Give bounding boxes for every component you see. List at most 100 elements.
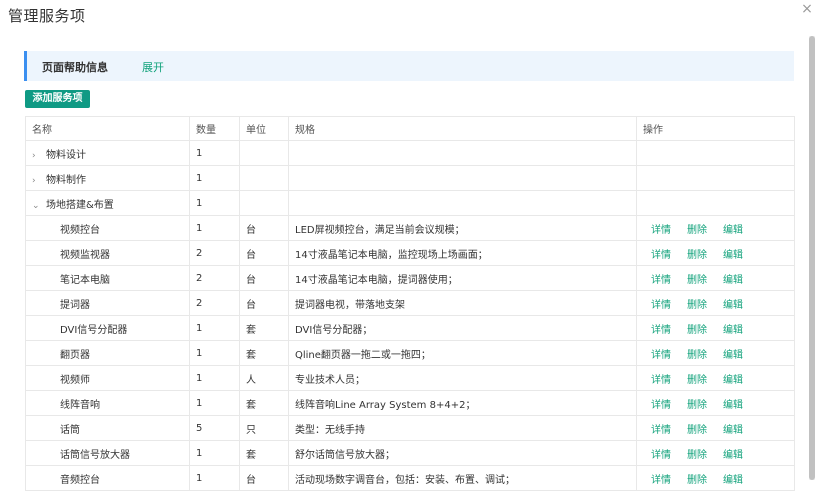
- group-spec: [288, 190, 637, 216]
- row-spec: 14寸液晶笔记本电脑，监控现场上场画面；: [288, 240, 637, 266]
- detail-link[interactable]: 详情: [651, 250, 671, 261]
- row-unit: 台: [239, 465, 289, 491]
- delete-link[interactable]: 删除: [687, 300, 707, 311]
- table-row: 提词器 2 台 提词器电视，带落地支架 详情 删除 编辑: [25, 290, 795, 316]
- header-name: 名称: [25, 116, 190, 141]
- chevron-down-icon[interactable]: ⌄: [32, 201, 46, 211]
- detail-link[interactable]: 详情: [651, 375, 671, 386]
- edit-link[interactable]: 编辑: [723, 225, 743, 236]
- row-qty: 2: [189, 265, 240, 291]
- group-name: 场地搭建&布置: [46, 199, 114, 211]
- row-unit: 只: [239, 415, 289, 441]
- edit-link[interactable]: 编辑: [723, 300, 743, 311]
- delete-link[interactable]: 删除: [687, 475, 707, 486]
- detail-link[interactable]: 详情: [651, 325, 671, 336]
- group-row[interactable]: › 物料设计 1: [25, 140, 795, 166]
- delete-link[interactable]: 删除: [687, 400, 707, 411]
- help-title: 页面帮助信息: [42, 61, 108, 74]
- group-row[interactable]: › 物料制作 1: [25, 165, 795, 191]
- row-qty: 2: [189, 290, 240, 316]
- row-actions: 详情 删除 编辑: [636, 215, 795, 241]
- table-row: 视频控台 1 台 LED屏视频控台，满足当前会议规模； 详情 删除 编辑: [25, 215, 795, 241]
- group-qty: 1: [189, 190, 240, 216]
- service-table: 名称 数量 单位 规格 操作 › 物料设计 1 › 物料制作 1 ⌄ 场地搭建&布置 …: [25, 116, 795, 491]
- detail-link[interactable]: 详情: [651, 225, 671, 236]
- table-row: 笔记本电脑 2 台 14寸液晶笔记本电脑，提词器使用； 详情 删除 编辑: [25, 265, 795, 291]
- group-row[interactable]: ⌄ 场地搭建&布置 1: [25, 190, 795, 216]
- edit-link[interactable]: 编辑: [723, 325, 743, 336]
- edit-link[interactable]: 编辑: [723, 450, 743, 461]
- row-name: 视频控台: [25, 215, 190, 241]
- detail-link[interactable]: 详情: [651, 450, 671, 461]
- chevron-right-icon[interactable]: ›: [32, 151, 46, 161]
- detail-link[interactable]: 详情: [651, 350, 671, 361]
- row-spec: Qline翻页器一拖二或一拖四；: [288, 340, 637, 366]
- delete-link[interactable]: 删除: [687, 450, 707, 461]
- row-spec: 类型：无线手持: [288, 415, 637, 441]
- edit-link[interactable]: 编辑: [723, 350, 743, 361]
- group-unit: [239, 190, 289, 216]
- scrollbar-thumb[interactable]: [809, 36, 815, 480]
- row-unit: 套: [239, 315, 289, 341]
- row-unit: 人: [239, 365, 289, 391]
- group-qty: 1: [189, 140, 240, 166]
- detail-link[interactable]: 详情: [651, 475, 671, 486]
- edit-link[interactable]: 编辑: [723, 375, 743, 386]
- table-row: DVI信号分配器 1 套 DVI信号分配器； 详情 删除 编辑: [25, 315, 795, 341]
- row-spec: LED屏视频控台，满足当前会议规模；: [288, 215, 637, 241]
- scrollbar[interactable]: [809, 36, 815, 480]
- table-row: 翻页器 1 套 Qline翻页器一拖二或一拖四； 详情 删除 编辑: [25, 340, 795, 366]
- row-spec: 活动现场数字调音台，包括：安装、布置、调试；: [288, 465, 637, 491]
- detail-link[interactable]: 详情: [651, 275, 671, 286]
- detail-link[interactable]: 详情: [651, 425, 671, 436]
- table-row: 音频控台 1 台 活动现场数字调音台，包括：安装、布置、调试； 详情 删除 编辑: [25, 465, 795, 491]
- group-name: 物料制作: [46, 174, 86, 186]
- row-actions: 详情 删除 编辑: [636, 265, 795, 291]
- row-name: 笔记本电脑: [25, 265, 190, 291]
- edit-link[interactable]: 编辑: [723, 475, 743, 486]
- row-unit: 套: [239, 340, 289, 366]
- header-actions: 操作: [636, 116, 795, 141]
- row-actions: 详情 删除 编辑: [636, 415, 795, 441]
- row-qty: 2: [189, 240, 240, 266]
- group-qty: 1: [189, 165, 240, 191]
- edit-link[interactable]: 编辑: [723, 400, 743, 411]
- row-name: 提词器: [25, 290, 190, 316]
- delete-link[interactable]: 删除: [687, 375, 707, 386]
- edit-link[interactable]: 编辑: [723, 425, 743, 436]
- chevron-right-icon[interactable]: ›: [32, 176, 46, 186]
- row-actions: 详情 删除 编辑: [636, 440, 795, 466]
- row-name: 话筒信号放大器: [25, 440, 190, 466]
- row-qty: 1: [189, 215, 240, 241]
- row-unit: 套: [239, 440, 289, 466]
- delete-link[interactable]: 删除: [687, 425, 707, 436]
- table-row: 线阵音响 1 套 线阵音响Line Array System 8+4+2； 详情…: [25, 390, 795, 416]
- delete-link[interactable]: 删除: [687, 325, 707, 336]
- row-qty: 1: [189, 340, 240, 366]
- detail-link[interactable]: 详情: [651, 400, 671, 411]
- table-row: 视频师 1 人 专业技术人员； 详情 删除 编辑: [25, 365, 795, 391]
- table-header-row: 名称 数量 单位 规格 操作: [25, 116, 795, 141]
- row-name: 视频监视器: [25, 240, 190, 266]
- table-row: 视频监视器 2 台 14寸液晶笔记本电脑，监控现场上场画面； 详情 删除 编辑: [25, 240, 795, 266]
- detail-link[interactable]: 详情: [651, 300, 671, 311]
- row-qty: 1: [189, 390, 240, 416]
- help-expand-link[interactable]: 展开: [142, 59, 164, 75]
- row-qty: 1: [189, 465, 240, 491]
- row-spec: 专业技术人员；: [288, 365, 637, 391]
- edit-link[interactable]: 编辑: [723, 250, 743, 261]
- row-name: 翻页器: [25, 340, 190, 366]
- row-name: 话筒: [25, 415, 190, 441]
- delete-link[interactable]: 删除: [687, 275, 707, 286]
- delete-link[interactable]: 删除: [687, 350, 707, 361]
- row-name: DVI信号分配器: [25, 315, 190, 341]
- delete-link[interactable]: 删除: [687, 225, 707, 236]
- group-spec: [288, 165, 637, 191]
- close-icon[interactable]: ×: [800, 2, 814, 16]
- delete-link[interactable]: 删除: [687, 250, 707, 261]
- header-unit: 单位: [239, 116, 289, 141]
- edit-link[interactable]: 编辑: [723, 275, 743, 286]
- add-service-button[interactable]: 添加服务项: [25, 90, 90, 108]
- row-name: 音频控台: [25, 465, 190, 491]
- row-actions: 详情 删除 编辑: [636, 240, 795, 266]
